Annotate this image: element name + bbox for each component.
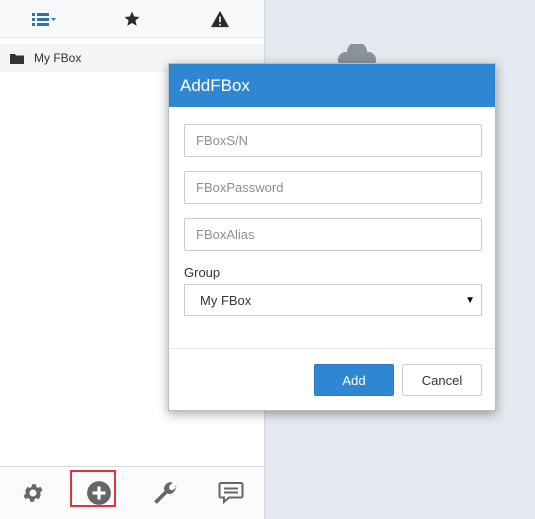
fbox-sn-input[interactable]: [185, 125, 481, 156]
folder-icon: [10, 53, 24, 64]
add-button[interactable]: Add: [314, 364, 394, 396]
settings-button[interactable]: [0, 467, 66, 519]
alarm-button[interactable]: [176, 0, 264, 38]
group-select[interactable]: My FBox ▼: [184, 284, 482, 316]
tools-button[interactable]: [132, 467, 198, 519]
wrench-icon: [154, 482, 177, 504]
chat-icon: [218, 482, 244, 505]
dialog-title: AddFBox: [169, 64, 495, 107]
caret-down-icon: ▼: [465, 294, 475, 306]
list-menu-icon: [32, 12, 56, 26]
favorites-button[interactable]: [88, 0, 176, 38]
warning-icon: [211, 10, 229, 27]
star-icon: [124, 11, 140, 26]
list-menu-button[interactable]: [0, 0, 88, 38]
active-tool-highlight: [70, 470, 116, 507]
fbox-sn-field[interactable]: [184, 124, 482, 157]
fbox-password-field[interactable]: [184, 171, 482, 204]
group-label: Group: [184, 265, 221, 280]
fbox-alias-field[interactable]: [184, 218, 482, 251]
group-select-value: My FBox: [200, 292, 252, 308]
fbox-alias-input[interactable]: [185, 219, 481, 250]
bottom-toolbar: [0, 466, 264, 519]
cancel-button[interactable]: Cancel: [402, 364, 482, 396]
gear-icon: [23, 484, 43, 502]
dialog-divider: [169, 348, 495, 349]
messages-button[interactable]: [198, 467, 264, 519]
tree-item-label: My FBox: [34, 51, 82, 65]
fbox-password-input[interactable]: [185, 172, 481, 203]
top-toolbar: [0, 0, 264, 38]
add-fbox-dialog: AddFBox Group My FBox ▼ Add Cancel: [168, 63, 496, 411]
